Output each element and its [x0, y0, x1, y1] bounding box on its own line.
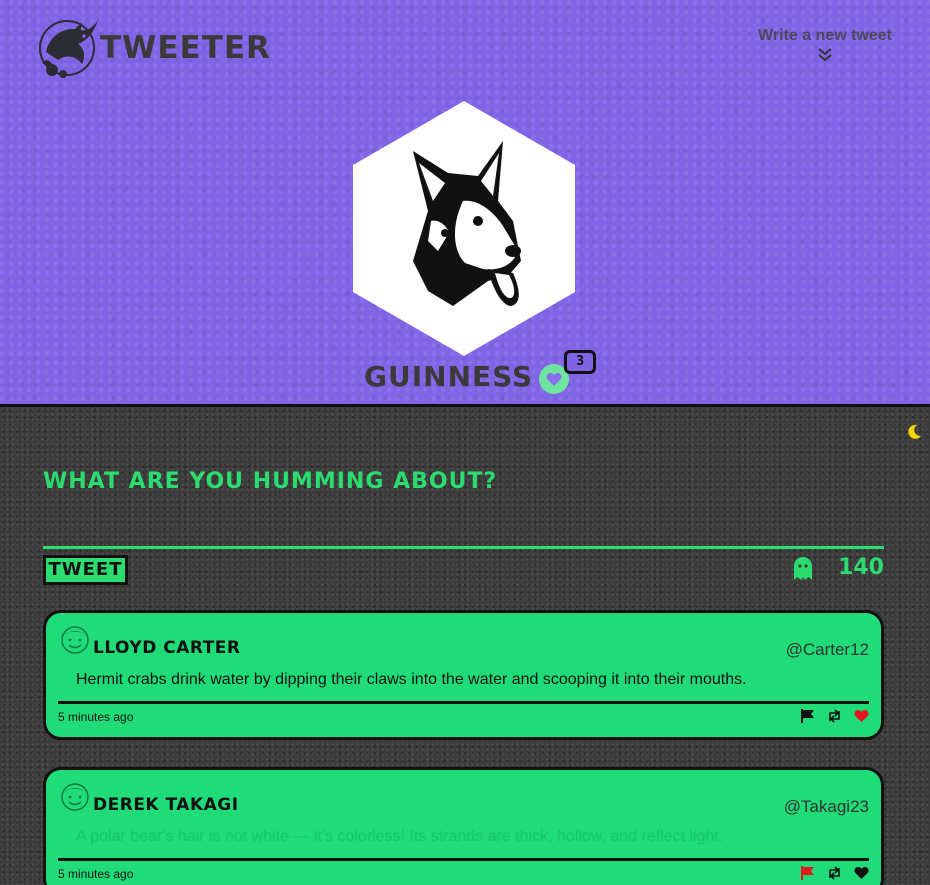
user-avatar-icon: [61, 626, 89, 654]
heart-icon: [546, 373, 562, 386]
flag-icon[interactable]: [800, 709, 815, 723]
flag-icon[interactable]: [800, 866, 815, 880]
double-chevron-down-icon: [818, 48, 832, 62]
retweet-icon[interactable]: [827, 709, 842, 723]
tweet-divider: [58, 701, 869, 704]
main-feed: What are you humming about? Tweet 140 Ll…: [0, 407, 930, 885]
tweet-text: A polar bear's hair is not white — it's …: [76, 828, 724, 845]
tweet-timestamp: 5 minutes ago: [58, 710, 134, 724]
profile-avatar: [353, 101, 575, 356]
tweet-author-name: Lloyd Carter: [93, 638, 241, 658]
tweet-divider: [58, 858, 869, 861]
tweet-button[interactable]: Tweet: [43, 555, 128, 585]
retweet-icon[interactable]: [827, 866, 842, 880]
likes-badge[interactable]: 3: [539, 350, 597, 394]
bird-flower-logo-icon: [39, 20, 98, 78]
likes-count: 3: [564, 350, 597, 374]
character-counter: 140: [838, 555, 884, 580]
tweet-card: Lloyd Carter @Carter12 Hermit crabs drin…: [43, 610, 884, 740]
tweet-author-handle: @Carter12: [785, 640, 869, 659]
profile-header: Tweeter Write a new tweet Guinness 3: [0, 0, 930, 407]
tweet-timestamp: 5 minutes ago: [58, 867, 134, 881]
write-new-tweet-link[interactable]: Write a new tweet: [758, 27, 892, 63]
app-name: Tweeter: [100, 30, 271, 66]
tweet-author-handle: @Takagi23: [783, 797, 869, 816]
tweet-author-name: Derek Takagi: [93, 795, 239, 815]
app-logo[interactable]: Tweeter: [36, 12, 271, 82]
profile-name: Guinness: [364, 359, 534, 393]
user-avatar-icon: [61, 783, 89, 811]
moon-icon[interactable]: [906, 424, 922, 440]
tweet-actions: [800, 866, 869, 880]
heart-icon[interactable]: [854, 866, 869, 880]
compose-input-underline[interactable]: [43, 546, 884, 549]
compose-prompt: What are you humming about?: [43, 469, 498, 494]
heart-icon[interactable]: [854, 709, 869, 723]
tweet-actions: [800, 709, 869, 723]
ghost-icon: [794, 557, 812, 580]
tweet-card: Derek Takagi @Takagi23 A polar bear's ha…: [43, 767, 884, 885]
write-new-tweet-label: Write a new tweet: [758, 27, 892, 44]
tweet-text: Hermit crabs drink water by dipping thei…: [76, 671, 747, 688]
profile-name-row: Guinness 3: [364, 350, 597, 394]
